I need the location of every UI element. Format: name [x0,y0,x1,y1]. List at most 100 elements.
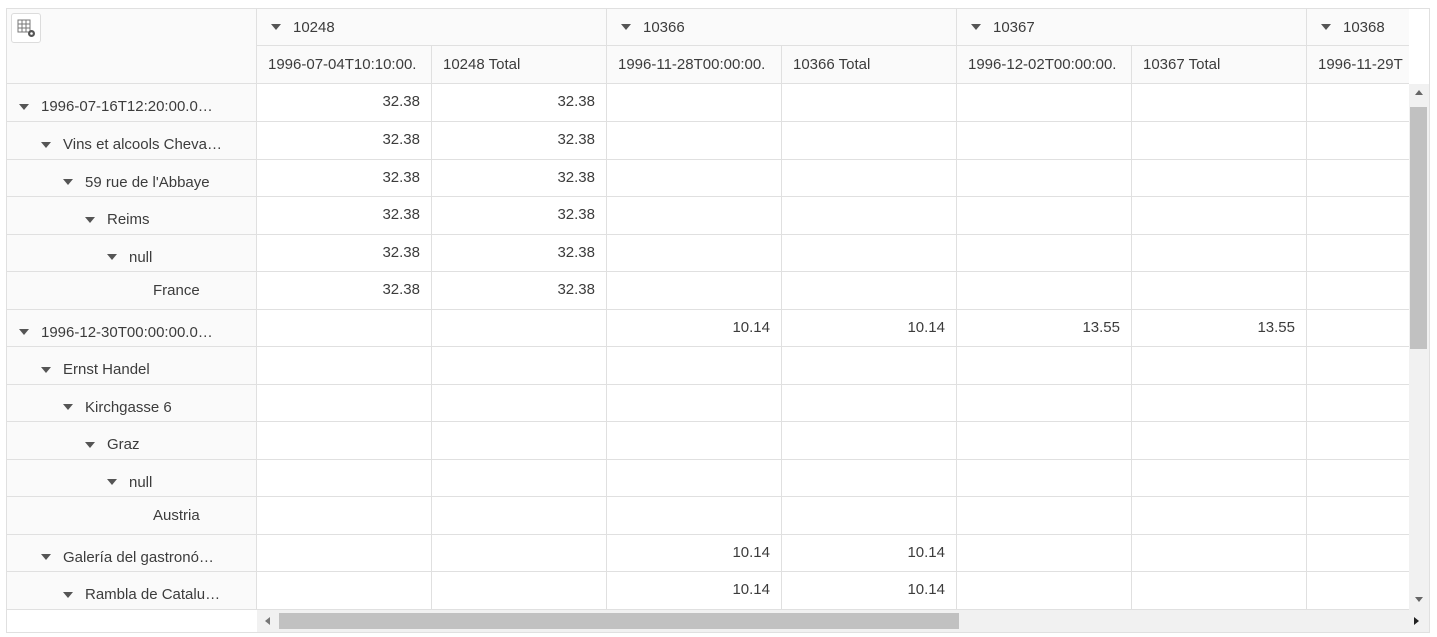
data-cell[interactable] [782,497,957,535]
data-cell[interactable]: 32.38 [257,197,432,235]
data-cell[interactable] [1307,497,1409,535]
data-cell[interactable] [257,310,432,347]
data-cell[interactable] [257,497,432,535]
data-cell[interactable] [957,84,1132,122]
data-cell[interactable] [607,160,782,197]
data-cell[interactable] [782,197,957,235]
data-cell[interactable]: 32.38 [432,84,607,122]
data-cell[interactable] [957,197,1132,235]
row-header-item[interactable]: Graz [7,422,257,460]
data-cell[interactable]: 32.38 [432,272,607,310]
column-subheader[interactable]: 10367 Total [1132,46,1307,84]
column-subheader[interactable]: 1996-07-04T10:10:00. [257,46,432,84]
data-cell[interactable] [432,422,607,460]
data-cell[interactable] [1307,310,1409,347]
data-cell[interactable] [957,460,1132,497]
horizontal-scrollbar[interactable] [257,610,1429,632]
column-subheader[interactable]: 1996-11-28T00:00:00. [607,46,782,84]
data-cell[interactable] [1307,347,1409,385]
caret-down-icon[interactable] [85,441,95,448]
caret-down-icon[interactable] [85,216,95,223]
row-header-item[interactable]: null [7,235,257,272]
data-cell[interactable] [782,347,957,385]
column-subheader[interactable]: 1996-11-29T [1307,46,1409,84]
caret-down-icon[interactable] [63,591,73,598]
data-cell[interactable] [1132,84,1307,122]
data-cell[interactable]: 32.38 [432,122,607,160]
data-cell[interactable] [782,460,957,497]
data-cell[interactable] [1132,572,1307,610]
data-cell[interactable] [1132,272,1307,310]
data-cell[interactable] [957,160,1132,197]
data-cell[interactable] [957,422,1132,460]
data-cell[interactable] [1132,422,1307,460]
scroll-left-arrow-icon[interactable] [265,617,270,625]
data-cell[interactable]: 32.38 [257,160,432,197]
column-header-10368[interactable]: 10368 [1307,9,1409,46]
scroll-down-arrow-icon[interactable] [1415,597,1423,602]
data-cell[interactable] [1132,235,1307,272]
data-cell[interactable] [1307,235,1409,272]
data-cell[interactable] [1307,422,1409,460]
caret-down-icon[interactable] [107,479,117,485]
data-cell[interactable] [432,460,607,497]
scroll-up-arrow-icon[interactable] [1415,90,1423,95]
vertical-scroll-thumb[interactable] [1410,107,1427,349]
data-cell[interactable] [957,347,1132,385]
data-cell[interactable] [782,84,957,122]
data-cell[interactable]: 10.14 [782,535,957,572]
data-cell[interactable] [1307,572,1409,610]
caret-down-icon[interactable] [63,404,73,410]
caret-down-icon[interactable] [621,24,631,30]
column-header-10248[interactable]: 10248 [257,9,607,46]
data-cell[interactable] [607,497,782,535]
caret-down-icon[interactable] [63,179,73,185]
data-cell[interactable] [432,347,607,385]
data-cell[interactable] [957,572,1132,610]
data-cell[interactable] [782,422,957,460]
row-header-item[interactable]: 1996-12-30T00:00:00.0… [7,310,257,347]
data-cell[interactable] [607,385,782,422]
data-cell[interactable]: 10.14 [782,572,957,610]
caret-down-icon[interactable] [271,24,281,30]
data-cell[interactable]: 13.55 [1132,310,1307,347]
data-cell[interactable] [432,385,607,422]
data-cell[interactable] [607,347,782,385]
data-cell[interactable] [257,347,432,385]
data-cell[interactable] [607,122,782,160]
data-cell[interactable] [957,272,1132,310]
data-cell[interactable] [957,385,1132,422]
data-cell[interactable] [1132,197,1307,235]
caret-down-icon[interactable] [41,141,51,148]
horizontal-scroll-thumb[interactable] [279,613,959,629]
data-cell[interactable] [782,385,957,422]
vertical-scrollbar[interactable] [1409,84,1429,610]
data-cell[interactable] [782,272,957,310]
row-header-item[interactable]: 59 rue de l'Abbaye [7,160,257,197]
data-cell[interactable]: 10.14 [782,310,957,347]
row-header-item[interactable]: null [7,460,257,497]
row-header-item[interactable]: Ernst Handel [7,347,257,385]
caret-down-icon[interactable] [41,554,51,560]
data-cell[interactable] [432,572,607,610]
row-header-item[interactable]: Galería del gastronó… [7,535,257,572]
row-header-item[interactable]: Rambla de Catalu… [7,572,257,610]
data-cell[interactable]: 32.38 [257,84,432,122]
data-cell[interactable]: 32.38 [257,272,432,310]
caret-down-icon[interactable] [971,24,981,30]
data-cell[interactable] [957,535,1132,572]
caret-down-icon[interactable] [41,366,51,373]
data-cell[interactable] [257,535,432,572]
data-cell[interactable] [432,310,607,347]
data-cell[interactable] [1132,347,1307,385]
data-cell[interactable] [607,422,782,460]
data-cell[interactable] [1132,497,1307,535]
data-cell[interactable]: 32.38 [257,122,432,160]
data-cell[interactable] [607,197,782,235]
data-cell[interactable] [1307,84,1409,122]
data-cell[interactable] [432,497,607,535]
data-cell[interactable] [607,272,782,310]
caret-down-icon[interactable] [19,329,29,335]
data-cell[interactable] [1132,460,1307,497]
data-cell[interactable] [432,535,607,572]
